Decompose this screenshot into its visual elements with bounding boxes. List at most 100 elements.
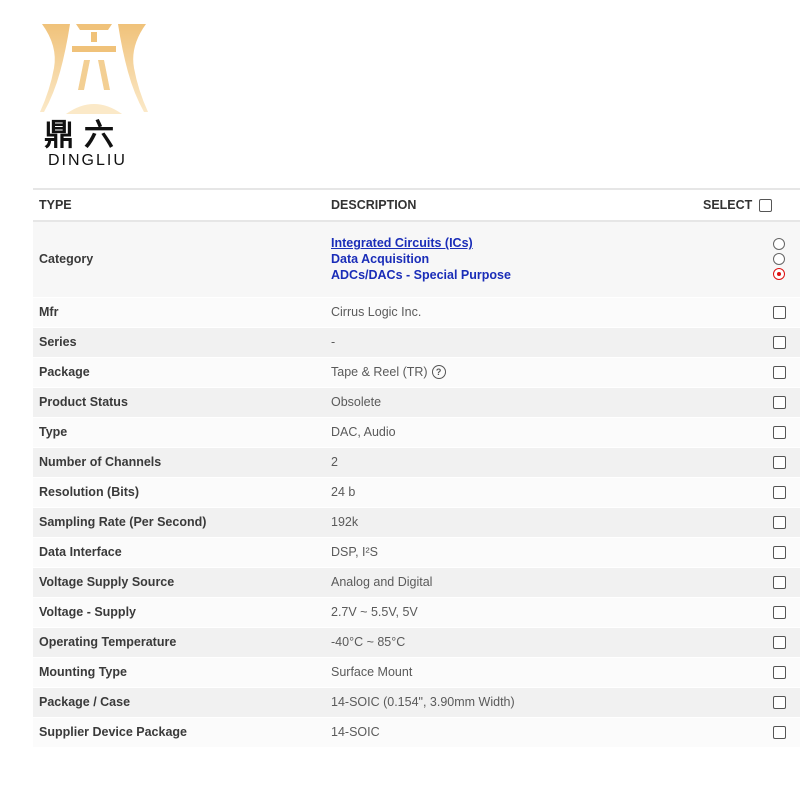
row-select-checkbox[interactable] (772, 666, 786, 680)
row-select-checkbox[interactable] (772, 456, 786, 470)
attribute-value: DAC, Audio (331, 425, 396, 439)
table-row: Number of Channels 2 (33, 447, 800, 478)
table-row: Supplier Device Package 14-SOIC (33, 717, 800, 748)
row-select-checkbox[interactable] (772, 336, 786, 350)
attribute-value: 24 b (331, 485, 356, 499)
attribute-type: Voltage - Supply (33, 597, 325, 628)
attribute-value-cell: 2 (325, 447, 697, 478)
row-select-cell (753, 597, 800, 628)
row-select-cell (753, 297, 800, 328)
attribute-value-cell: 14-SOIC (325, 717, 697, 748)
row-select-checkbox[interactable] (772, 696, 786, 710)
row-select-cell (753, 387, 800, 418)
attribute-type: Sampling Rate (Per Second) (33, 507, 325, 538)
attribute-value-cell: Obsolete (325, 387, 697, 418)
attribute-type: Mfr (33, 297, 325, 328)
table-row: Voltage - Supply 2.7V ~ 5.5V, 5V (33, 597, 800, 628)
row-spacer (697, 627, 753, 658)
category-label: Category (33, 221, 325, 298)
row-select-checkbox[interactable] (772, 516, 786, 530)
table-row: Voltage Supply Source Analog and Digital (33, 567, 800, 598)
table-row: Mounting Type Surface Mount (33, 657, 800, 688)
category-radio-data-acquisition[interactable] (773, 253, 785, 266)
category-links: Integrated Circuits (ICs) Data Acquisiti… (325, 221, 697, 298)
attribute-value-cell: 192k (325, 507, 697, 538)
attribute-value-cell: DSP, I²S (325, 537, 697, 568)
row-spacer (697, 567, 753, 598)
dingliu-logo-mark-icon (40, 24, 148, 114)
row-select-cell (753, 507, 800, 538)
attribute-type: Supplier Device Package (33, 717, 325, 748)
row-select-checkbox[interactable] (772, 426, 786, 440)
attribute-type: Type (33, 417, 325, 448)
row-select-cell (753, 327, 800, 358)
row-select-cell (753, 477, 800, 508)
attribute-type: Product Status (33, 387, 325, 418)
category-link-adcs-dacs[interactable]: ADCs/DACs - Special Purpose (331, 267, 691, 283)
attribute-value-cell: Analog and Digital (325, 567, 697, 598)
row-spacer (697, 357, 753, 388)
attribute-value: 14-SOIC (0.154", 3.90mm Width) (331, 695, 515, 709)
table-row: Operating Temperature -40°C ~ 85°C (33, 627, 800, 658)
attribute-type: Package / Case (33, 687, 325, 718)
category-radio-group (773, 238, 785, 281)
header-select: SELECT (697, 188, 753, 222)
table-row: Package / Case 14-SOIC (0.154", 3.90mm Wi… (33, 687, 800, 718)
attribute-type: Mounting Type (33, 657, 325, 688)
table-row: Package Tape & Reel (TR)? (33, 357, 800, 388)
table-row: Data Interface DSP, I²S (33, 537, 800, 568)
row-select-cell (753, 627, 800, 658)
row-select-checkbox[interactable] (772, 366, 786, 380)
attribute-value: Surface Mount (331, 665, 413, 679)
attribute-value: Obsolete (331, 395, 382, 409)
category-radio-ics[interactable] (773, 238, 785, 251)
row-select-cell (753, 357, 800, 388)
category-link-ics[interactable]: Integrated Circuits (ICs) (331, 235, 691, 251)
table-row: Type DAC, Audio (33, 417, 800, 448)
attribute-type: Resolution (Bits) (33, 477, 325, 508)
attribute-value-cell: Surface Mount (325, 657, 697, 688)
row-select-checkbox[interactable] (772, 636, 786, 650)
attribute-value: Cirrus Logic Inc. (331, 305, 422, 319)
attribute-value: 192k (331, 515, 359, 529)
row-spacer (697, 597, 753, 628)
attribute-value: Tape & Reel (TR) (331, 364, 428, 379)
table-row: Resolution (Bits) 24 b (33, 477, 800, 508)
row-select-cell (753, 717, 800, 748)
row-select-checkbox[interactable] (772, 396, 786, 410)
attribute-value-cell: Cirrus Logic Inc. (325, 297, 697, 328)
row-select-checkbox[interactable] (772, 486, 786, 500)
attribute-value: Analog and Digital (331, 575, 433, 589)
table-row: Mfr Cirrus Logic Inc. (33, 297, 800, 328)
brand-logo: 鼎六 DINGLIU (36, 20, 156, 170)
category-radio-cell (753, 221, 800, 298)
row-spacer (697, 327, 753, 358)
row-select-checkbox[interactable] (772, 606, 786, 620)
row-select-checkbox[interactable] (772, 546, 786, 560)
row-select-checkbox[interactable] (772, 726, 786, 740)
category-radio-adcs-dacs[interactable] (773, 268, 785, 281)
row-spacer (697, 657, 753, 688)
row-spacer (697, 447, 753, 478)
help-icon[interactable]: ? (431, 365, 446, 380)
attribute-type: Voltage Supply Source (33, 567, 325, 598)
table-row: Product Status Obsolete (33, 387, 800, 418)
attribute-type: Package (33, 357, 325, 388)
attribute-type: Series (33, 327, 325, 358)
attribute-value: 2 (331, 455, 338, 469)
table-row-category: Category Integrated Circuits (ICs) Data … (33, 221, 800, 298)
select-all-checkbox[interactable] (759, 199, 772, 213)
attribute-value: - (331, 335, 336, 349)
row-select-cell (753, 657, 800, 688)
row-select-checkbox[interactable] (772, 576, 786, 590)
row-spacer (697, 297, 753, 328)
attribute-value: 14-SOIC (331, 725, 380, 739)
category-link-data-acquisition[interactable]: Data Acquisition (331, 251, 691, 267)
select-all-cell (753, 188, 800, 222)
row-select-checkbox[interactable] (772, 306, 786, 320)
row-spacer (697, 477, 753, 508)
row-select-cell (753, 567, 800, 598)
brand-name-cn: 鼎六 (44, 118, 124, 153)
attribute-value-cell: - (325, 327, 697, 358)
row-select-cell (753, 687, 800, 718)
